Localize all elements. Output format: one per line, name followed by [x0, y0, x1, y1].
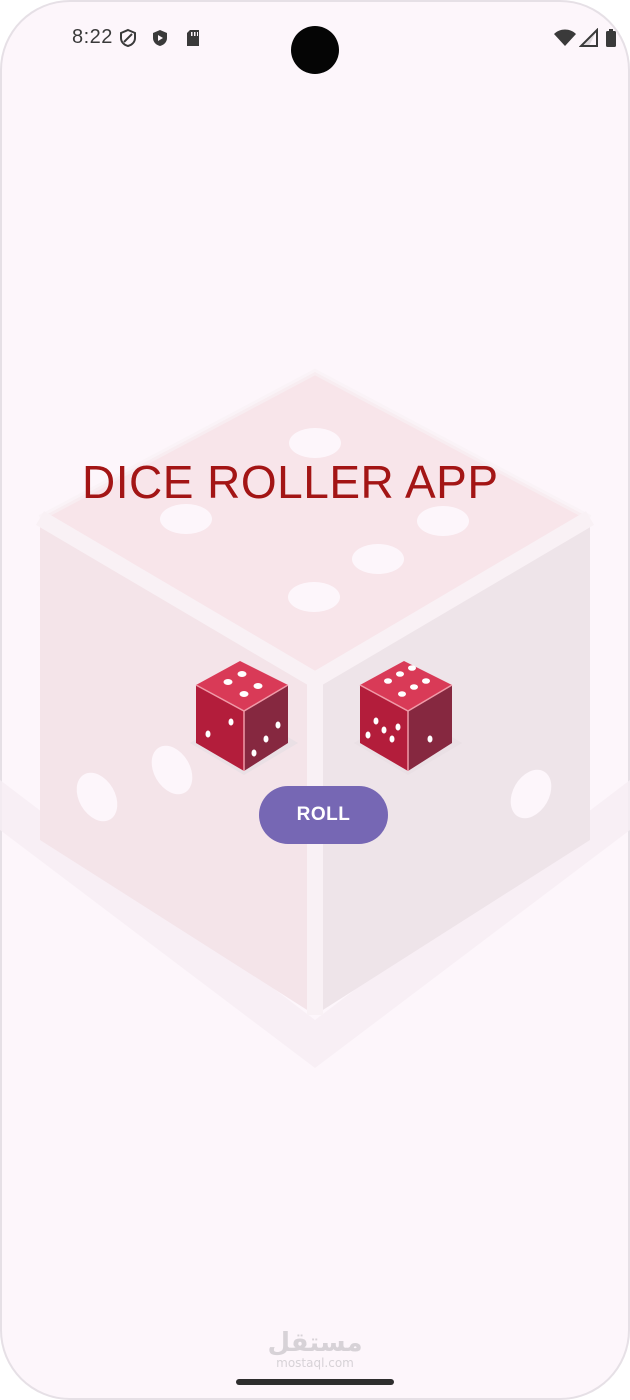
sd-card-icon: [187, 30, 199, 46]
app-title: DICE ROLLER APP: [82, 456, 499, 508]
watermark-latin: mostaql.com: [276, 1356, 354, 1370]
shield-play-icon: [153, 30, 167, 46]
watermark: مستقل mostaql.com: [260, 1330, 370, 1370]
die-left: [190, 661, 298, 775]
front-camera: [291, 26, 339, 74]
phone-screen: 8:22 DICE ROLLER APP ROLL مستقل mostaql.…: [0, 0, 630, 1400]
cellular-signal-icon: [579, 28, 598, 47]
watermark-arabic: مستقل: [267, 1328, 363, 1358]
roll-button[interactable]: ROLL: [259, 786, 388, 844]
wifi-icon: [554, 29, 576, 46]
shield-outline-icon: [120, 28, 136, 48]
battery-icon: [606, 29, 616, 47]
die-right: [354, 661, 462, 775]
status-time: 8:22: [72, 26, 113, 48]
home-indicator[interactable]: [236, 1379, 394, 1385]
